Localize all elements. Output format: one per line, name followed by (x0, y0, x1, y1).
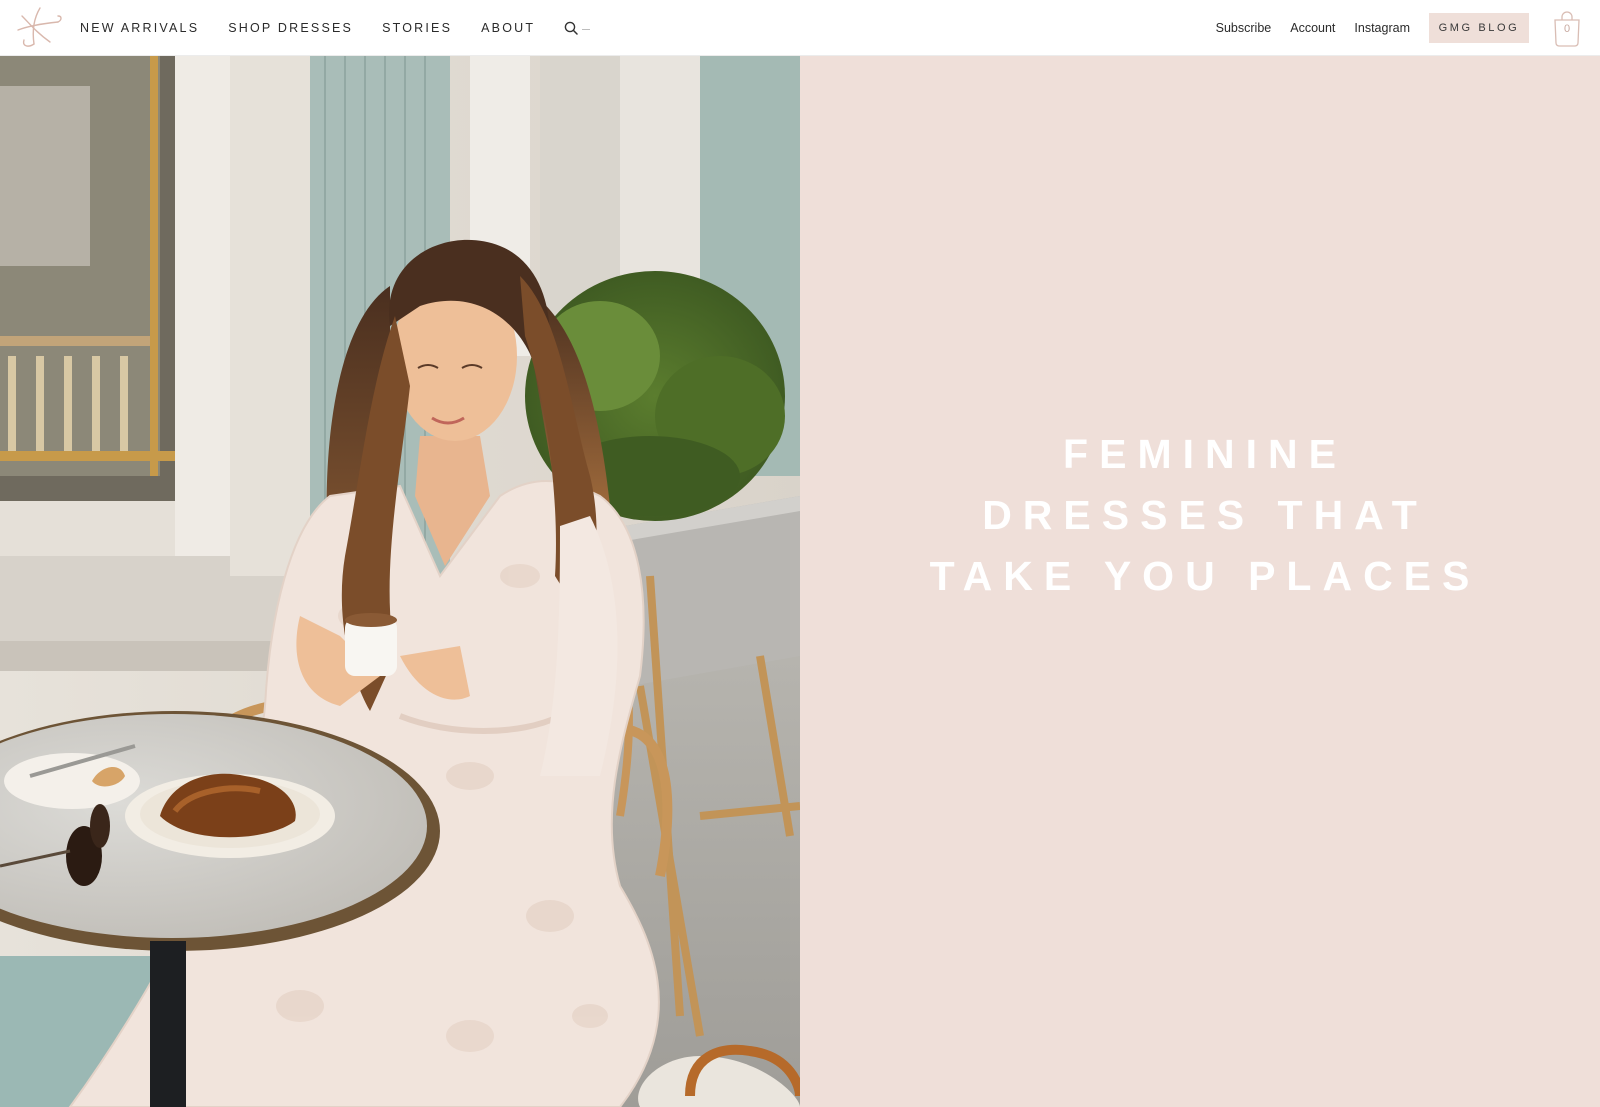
search-button[interactable] (564, 21, 591, 35)
search-field-indicator (582, 28, 591, 30)
instagram-link[interactable]: Instagram (1354, 21, 1410, 35)
utility-nav: Subscribe Account Instagram GMG BLOG 0 (1216, 0, 1600, 56)
cart-count: 0 (1563, 23, 1571, 35)
account-link[interactable]: Account (1290, 21, 1335, 35)
subscribe-link[interactable]: Subscribe (1216, 21, 1272, 35)
headline-line-1: FEMININE (1063, 431, 1347, 477)
nav-about[interactable]: ABOUT (481, 21, 535, 35)
headline-line-3: TAKE YOU PLACES (929, 553, 1481, 599)
nav-new-arrivals[interactable]: NEW ARRIVALS (80, 21, 199, 35)
search-icon (564, 21, 578, 35)
hero-text-panel: FEMININE DRESSES THAT TAKE YOU PLACES (800, 56, 1600, 1107)
headline-line-2: DRESSES THAT (982, 492, 1428, 538)
cart-button[interactable]: 0 (1551, 8, 1583, 48)
gmg-blog-button[interactable]: GMG BLOG (1429, 13, 1529, 43)
hero-photo-illustration (0, 56, 800, 1107)
logo-icon[interactable] (10, 4, 66, 52)
nav-stories[interactable]: STORIES (382, 21, 452, 35)
primary-nav: NEW ARRIVALS SHOP DRESSES STORIES ABOUT (80, 0, 591, 56)
hero-photo[interactable] (0, 56, 800, 1107)
hero-headline: FEMININE DRESSES THAT TAKE YOU PLACES (800, 424, 1600, 607)
nav-shop-dresses[interactable]: SHOP DRESSES (228, 21, 353, 35)
site-header: NEW ARRIVALS SHOP DRESSES STORIES ABOUT … (0, 0, 1600, 56)
